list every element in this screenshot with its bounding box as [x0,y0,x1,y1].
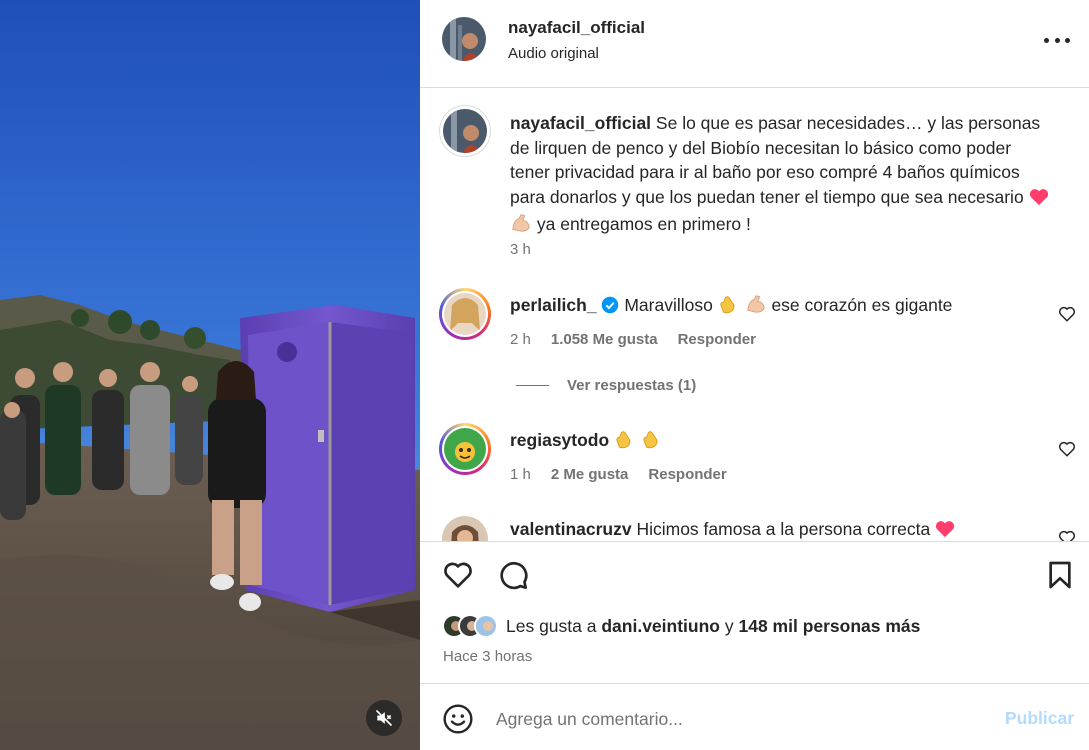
like-comment-heart-icon[interactable] [1058,305,1076,323]
comment-bubble-icon[interactable] [497,559,529,591]
post-actions: Les gusta a dani.veintiuno y 148 mil per… [420,541,1089,684]
post-timestamp[interactable]: Hace 3 horas [443,648,532,665]
like-comment-heart-icon[interactable] [1058,529,1076,541]
comment-body-end: ese corazón es gigante [771,295,953,315]
comments-list[interactable]: nayafacil_official Se lo que es pasar ne… [420,89,1089,541]
comment-username[interactable]: regiasytodo [510,430,609,450]
smiley-icon[interactable] [442,703,474,735]
publish-button[interactable]: Publicar [1005,708,1074,729]
caption-tail: ya entregamos en primero ! [536,214,751,234]
author-username[interactable]: nayafacil_official [508,18,645,38]
clapping-hands-icon [718,294,740,321]
verified-badge-icon [601,296,619,321]
clapping-hands-icon [641,429,663,456]
likes-text: Les gusta a dani.veintiuno y 148 mil per… [506,615,921,636]
flexed-biceps-icon [745,294,767,321]
more-options-button[interactable] [1044,30,1070,50]
heart-icon[interactable] [442,559,474,591]
comment-time[interactable]: 2 h [510,331,531,348]
view-replies-button[interactable]: Ver respuestas (1) [516,377,696,394]
red-heart-icon [1029,188,1049,213]
caption-meta: 3 h [510,241,531,258]
comment-avatar[interactable] [439,513,491,541]
comment-username[interactable]: perlailich_ [510,295,597,315]
liker-username[interactable]: dani.veintiuno [601,616,720,636]
likes-summary: Les gusta a dani.veintiuno y 148 mil per… [442,614,920,638]
comment-avatar[interactable] [439,423,491,475]
red-heart-icon [935,520,955,541]
speaker-muted-icon [375,709,393,727]
post-video[interactable] [0,0,420,750]
comment-likes[interactable]: 1.058 Me gusta [551,331,658,348]
liker-avatar[interactable] [474,614,498,638]
add-comment-bar: Publicar [420,685,1089,750]
comment-text: regiasytodo [510,428,1055,456]
comment-body: Hicimos famosa a la persona correcta [636,519,931,539]
replies-line [516,385,549,386]
post-side-panel: nayafacil_official Audio original nayafa… [420,0,1089,750]
likes-count-link[interactable]: 148 mil personas más [738,616,920,636]
view-replies-label: Ver respuestas (1) [567,377,697,394]
mute-toggle-button[interactable] [366,700,402,736]
video-frame-image [0,0,420,750]
comment-text: valentinacruzv Hicimos famosa a la perso… [510,517,1055,541]
more-horizontal-icon [1044,37,1049,43]
reply-button[interactable]: Responder [678,331,756,348]
post-header: nayafacil_official Audio original [420,0,1089,88]
comment-input[interactable] [496,705,966,733]
audio-label[interactable]: Audio original [508,45,599,62]
clapping-hands-icon [614,429,636,456]
comment-avatar[interactable] [439,288,491,340]
author-avatar[interactable] [442,17,486,61]
caption-time[interactable]: 3 h [510,241,531,258]
comment-text: perlailich_ Maravilloso ese corazón es g… [510,293,1055,321]
comment-username[interactable]: valentinacruzv [510,519,632,539]
reply-button[interactable]: Responder [648,466,726,483]
comment-meta: 1 h 2 Me gusta Responder [510,466,727,483]
comment-likes[interactable]: 2 Me gusta [551,466,629,483]
comment-time[interactable]: 1 h [510,466,531,483]
like-comment-heart-icon[interactable] [1058,440,1076,458]
caption-text: nayafacil_official Se lo que es pasar ne… [510,111,1055,240]
caption-username[interactable]: nayafacil_official [510,113,651,133]
flexed-biceps-icon [510,213,532,240]
comment-meta: 2 h 1.058 Me gusta Responder [510,331,756,348]
caption-avatar[interactable] [439,105,491,157]
comment-body: Maravilloso [624,295,713,315]
bookmark-icon[interactable] [1044,559,1076,591]
